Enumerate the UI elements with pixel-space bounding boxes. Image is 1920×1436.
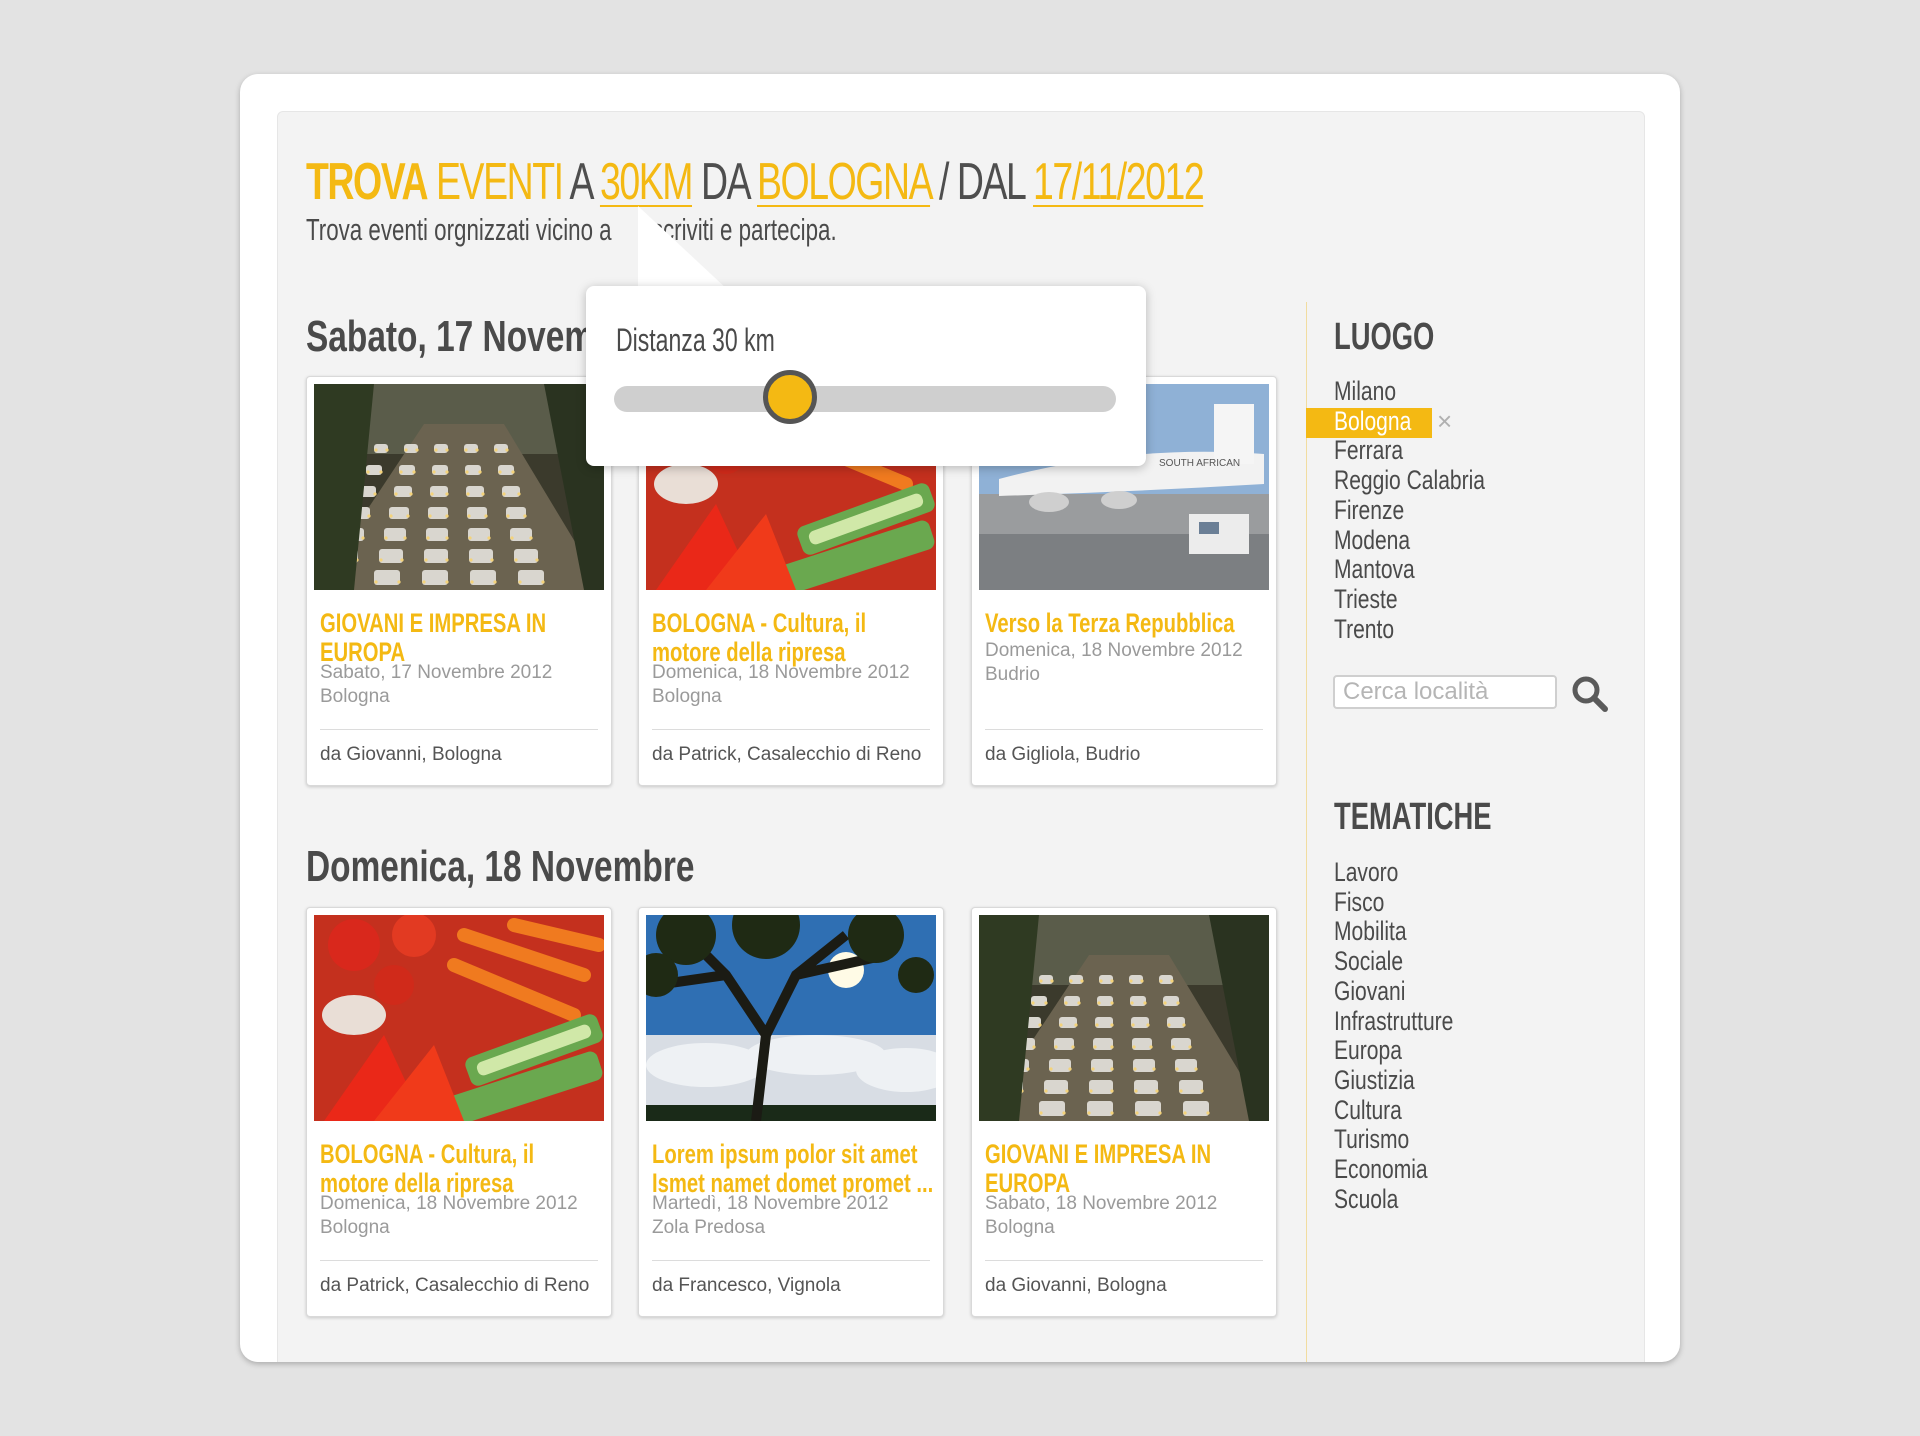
distance-slider-thumb[interactable]	[762, 370, 817, 424]
event-date: Martedì, 18 Novembre 2012	[652, 1193, 889, 1214]
event-place: Budrio	[985, 664, 1040, 685]
event-title[interactable]: Lorem ipsum polor sit amet Ismet namet d…	[652, 1140, 937, 1198]
distance-link[interactable]: 30KM	[600, 153, 693, 211]
place-item[interactable]: Reggio Calabria	[1334, 465, 1485, 496]
event-organizer: da Patrick, Casalecchio di Reno	[652, 744, 922, 765]
event-organizer: da Gigliola, Budrio	[985, 744, 1141, 765]
event-card[interactable]: GIOVANI E IMPRESA IN EUROPA Sabato, 17 N…	[306, 376, 612, 786]
popover-arrow	[638, 206, 728, 290]
date-link[interactable]: 17/11/2012	[1033, 153, 1205, 211]
place-item[interactable]: Mantova	[1334, 554, 1415, 585]
luogo-heading: LUOGO	[1334, 316, 1435, 358]
event-title[interactable]: GIOVANI E IMPRESA IN EUROPA	[985, 1140, 1270, 1198]
title-trova: TROVA	[306, 153, 429, 211]
topic-item[interactable]: Lavoro	[1334, 857, 1398, 888]
event-title[interactable]: BOLOGNA - Cultura, il motore della ripre…	[320, 1140, 605, 1198]
subtitle-left: Trova eventi orgnizzati vicino a	[306, 212, 612, 247]
topic-item[interactable]: Scuola	[1334, 1184, 1398, 1215]
event-date: Sabato, 18 Novembre 2012	[985, 1193, 1218, 1214]
title-eventi: EVENTI	[436, 153, 564, 211]
place-item[interactable]: Milano	[1334, 376, 1396, 407]
topic-item[interactable]: Infrastrutture	[1334, 1006, 1453, 1037]
place-search-input[interactable]	[1333, 675, 1557, 709]
day-title: Domenica, 18 Novembre	[306, 842, 695, 891]
event-organizer: da Giovanni, Bologna	[985, 1275, 1167, 1296]
topic-item[interactable]: Giustizia	[1334, 1065, 1415, 1096]
place-item[interactable]: Trieste	[1334, 584, 1398, 615]
tematiche-heading: TEMATICHE	[1334, 796, 1492, 838]
distance-label: Distanza 30 km	[616, 322, 775, 358]
search-icon[interactable]	[1570, 674, 1610, 714]
place-item[interactable]: Modena	[1334, 525, 1410, 556]
topic-item[interactable]: Sociale	[1334, 946, 1403, 977]
traffic-photo[interactable]	[979, 915, 1269, 1121]
topic-item[interactable]: Giovani	[1334, 976, 1405, 1007]
topic-item[interactable]: Turismo	[1334, 1124, 1409, 1155]
title-da: DA	[700, 153, 750, 211]
event-card[interactable]: BOLOGNA - Cultura, il motore della ripre…	[306, 907, 612, 1317]
vegetables-photo[interactable]	[314, 915, 604, 1121]
city-link[interactable]: BOLOGNA	[757, 153, 931, 211]
event-place: Bologna	[652, 686, 722, 707]
event-card[interactable]: Lorem ipsum polor sit amet Ismet namet d…	[638, 907, 944, 1317]
sidebar-divider	[1306, 302, 1307, 1362]
tree-sky-photo[interactable]	[646, 915, 936, 1121]
event-card[interactable]: GIOVANI E IMPRESA IN EUROPA Sabato, 18 N…	[971, 907, 1277, 1317]
event-organizer: da Patrick, Casalecchio di Reno	[320, 1275, 590, 1296]
place-item[interactable]: Bologna	[1334, 406, 1411, 437]
traffic-photo[interactable]	[314, 384, 604, 590]
place-item[interactable]: Ferrara	[1334, 435, 1403, 466]
topic-item[interactable]: Economia	[1334, 1154, 1428, 1185]
page-subtitle: Trova eventi orgnizzati vicino a Iscrivi…	[306, 212, 837, 248]
event-title[interactable]: Verso la Terza Repubblica	[985, 609, 1270, 638]
topic-item[interactable]: Mobilita	[1334, 916, 1407, 947]
event-title[interactable]: BOLOGNA - Cultura, il motore della ripre…	[652, 609, 937, 667]
title-dal: / DAL	[939, 153, 1025, 211]
event-date: Domenica, 18 Novembre 2012	[320, 1193, 578, 1214]
card-divider	[320, 729, 598, 730]
card-divider	[320, 1260, 598, 1261]
card-divider	[985, 729, 1263, 730]
card-divider	[652, 1260, 930, 1261]
place-item[interactable]: Trento	[1334, 614, 1394, 645]
event-place: Bologna	[320, 686, 390, 707]
topic-item[interactable]: Europa	[1334, 1035, 1402, 1066]
event-organizer: da Francesco, Vignola	[652, 1275, 841, 1296]
event-organizer: da Giovanni, Bologna	[320, 744, 502, 765]
page-title: TROVA EVENTI A 30KM DA BOLOGNA / DAL 17/…	[306, 152, 1205, 212]
distance-slider-track[interactable]	[614, 386, 1116, 412]
remove-place-icon[interactable]: ×	[1437, 406, 1452, 437]
svg-text:SOUTH AFRICAN: SOUTH AFRICAN	[1159, 458, 1240, 469]
topic-item[interactable]: Cultura	[1334, 1095, 1402, 1126]
event-place: Bologna	[985, 1217, 1055, 1238]
event-place: Zola Predosa	[652, 1217, 766, 1238]
event-date: Sabato, 17 Novembre 2012	[320, 662, 553, 683]
event-place: Bologna	[320, 1217, 390, 1238]
title-a: A	[569, 153, 593, 211]
distance-popover: Distanza 30 km	[586, 286, 1146, 466]
topic-item[interactable]: Fisco	[1334, 887, 1384, 918]
event-title[interactable]: GIOVANI E IMPRESA IN EUROPA	[320, 609, 605, 667]
place-item[interactable]: Firenze	[1334, 495, 1404, 526]
event-date: Domenica, 18 Novembre 2012	[652, 662, 910, 683]
event-date: Domenica, 18 Novembre 2012	[985, 640, 1243, 661]
card-divider	[652, 729, 930, 730]
card-divider	[985, 1260, 1263, 1261]
